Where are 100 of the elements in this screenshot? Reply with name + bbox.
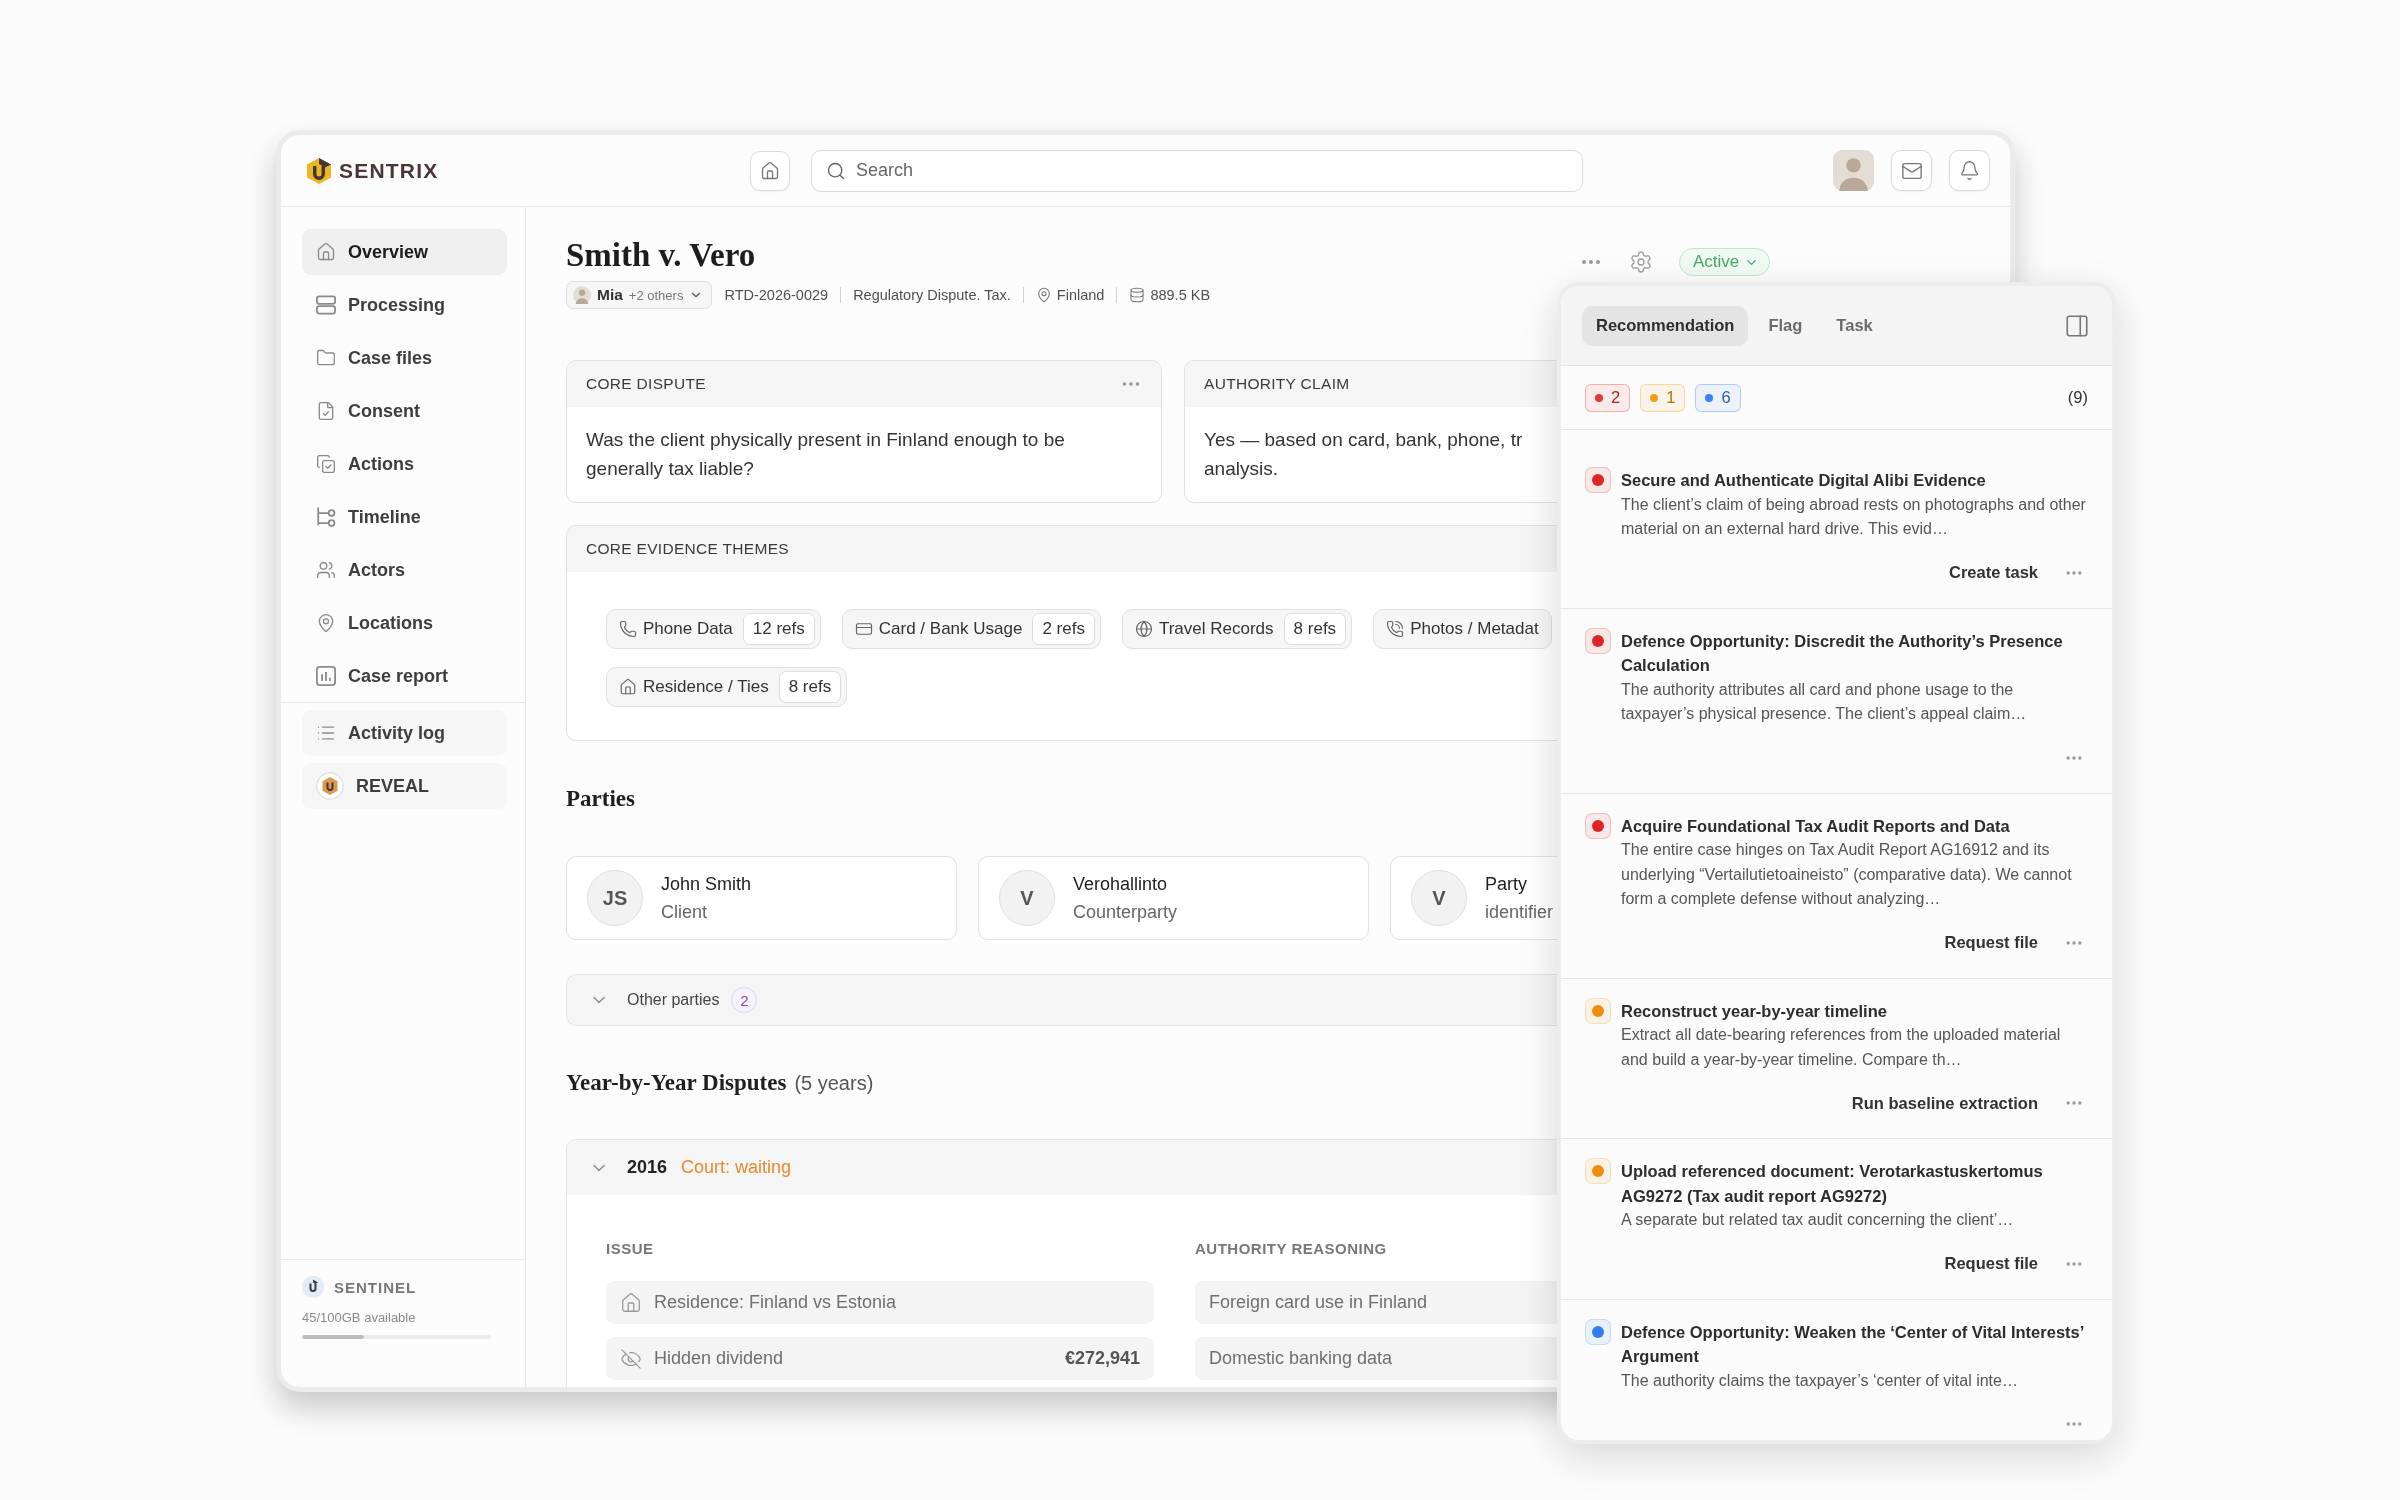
item-text: The entire case hinges on Tax Audit Report AG16912 and its underlying “Vertailutietoaineisto” (comparative data). We cannot form a complete defense without analyzing… <box>1621 840 2073 909</box>
case-title: Smith v. Vero <box>566 236 757 274</box>
action-link[interactable]: Request file <box>1944 1254 2038 1273</box>
total-count: (9) <box>2067 388 2088 407</box>
brand-name: SENTRIX <box>339 158 439 183</box>
reasoning-cell: Foreign card use in Finland <box>1195 1281 1557 1324</box>
credit-card-icon <box>854 620 873 638</box>
sidebar-item[interactable]: Timeline <box>302 494 507 540</box>
item-title: Secure and Authenticate Digital Alibi Evidence <box>1621 470 1987 491</box>
user-avatar[interactable] <box>1833 150 1874 191</box>
party-card[interactable]: V Party identifier <box>1390 856 1557 940</box>
filter-chip[interactable]: 2 <box>1585 383 1631 412</box>
issue-amount: €272,941 <box>1064 1348 1140 1369</box>
case-location: Finland <box>1056 287 1105 303</box>
item-text: The authority attributes all card and phone usage to the taxpayer’s physical presence. The client’s appeal claim… <box>1621 679 2028 724</box>
party-card[interactable]: JS John Smith Client <box>566 856 957 940</box>
mail-button[interactable] <box>1891 150 1932 191</box>
ref-count-badge: 12 refs <box>742 613 815 645</box>
chart-icon <box>316 666 336 686</box>
initials-avatar: V <box>1411 870 1467 926</box>
phone-call-icon <box>1386 620 1405 638</box>
search-field[interactable]: Search <box>811 149 1583 192</box>
circle-logo-icon <box>302 1276 324 1298</box>
theme-chip[interactable]: Card / Bank Usage 2 refs <box>841 609 1101 649</box>
card-text: Was the client physically present in Finland enough to be generally tax liable? <box>585 428 1066 481</box>
home-icon <box>760 160 780 181</box>
house-icon <box>620 1291 642 1314</box>
owner-chip[interactable]: Mia +2 others <box>566 281 713 309</box>
map-pin-icon <box>316 613 336 633</box>
search-icon <box>826 160 846 181</box>
crossed-eye-icon <box>620 1347 642 1370</box>
file-size: 889.5 KB <box>1150 287 1211 303</box>
home-button[interactable] <box>750 150 790 191</box>
users-icon <box>316 560 336 580</box>
section-heading: Year-by-Year Disputes <box>566 1069 787 1097</box>
theme-chip[interactable]: Photos / Metadat <box>1373 609 1552 649</box>
year-count: (5 years) <box>794 1072 874 1095</box>
card-heading: CORE EVIDENCE THEMES <box>586 540 789 558</box>
action-link[interactable]: Run baseline extraction <box>1851 1093 2038 1113</box>
owner-name: Mia <box>597 286 623 304</box>
copy-check-icon <box>316 454 336 474</box>
settings-icon[interactable] <box>1629 250 1653 274</box>
side-panel-icon[interactable] <box>2064 312 2090 339</box>
panel-tab[interactable]: Flag <box>1754 305 1817 346</box>
sidebar-item[interactable]: Case report <box>302 653 507 699</box>
bell-icon <box>1959 160 1980 181</box>
house-icon <box>619 678 637 696</box>
card-heading: AUTHORITY CLAIM <box>1204 375 1350 393</box>
sidebar-item[interactable]: Locations <box>302 600 507 646</box>
party-role: Counterparty <box>1073 901 1178 924</box>
hexagon-logo-icon <box>316 772 344 800</box>
party-name: John Smith <box>661 873 752 896</box>
sidebar-item[interactable]: Actions <box>302 441 507 487</box>
sidebar-item[interactable]: Consent <box>302 388 507 434</box>
file-check-icon <box>316 401 336 421</box>
court-status: Court: waiting <box>681 1157 792 1178</box>
party-name: Party <box>1485 873 1528 896</box>
sidebar-item[interactable]: Overview <box>302 229 507 275</box>
initials-avatar: JS <box>587 870 643 926</box>
panel-tab[interactable]: Task <box>1822 305 1887 346</box>
action-link[interactable]: Create task <box>1949 563 2038 582</box>
item-title: Defence Opportunity: Discredit the Authority’s Presence Calculation <box>1621 630 2064 676</box>
item-text: Extract all date-bearing references from the uploaded material and build a year-by-year timeline. Compare th… <box>1621 1025 2062 1070</box>
year-header[interactable]: 2016 Court: waiting <box>567 1140 1557 1195</box>
column-heading: AUTHORITY REASONING <box>1195 1240 1388 1258</box>
card-heading: CORE DISPUTE <box>586 375 706 393</box>
theme-chip[interactable]: Residence / Ties 8 refs <box>606 667 848 707</box>
sidebar-item[interactable]: Activity log <box>302 710 507 756</box>
party-role: Client <box>661 901 709 924</box>
filter-chip[interactable]: 1 <box>1640 383 1686 412</box>
footer-brand: SENTINEL <box>334 1278 417 1296</box>
sidebar-item[interactable]: Processing <box>302 282 507 328</box>
party-name: Verohallinto <box>1073 873 1169 896</box>
filter-chip[interactable]: 6 <box>1695 383 1741 412</box>
owner-avatar <box>573 286 591 304</box>
item-text: The authority claims the taxpayer’s ‘center of vital inte… <box>1621 1370 2019 1391</box>
theme-chip[interactable]: Phone Data 12 refs <box>606 609 821 649</box>
card-text: Yes — based on card, bank, phone, tr analysis. <box>1203 428 1524 481</box>
sidebar-item[interactable]: REVEAL <box>302 763 507 809</box>
sidebar-item[interactable]: Case files <box>302 335 507 381</box>
map-pin-icon <box>1035 287 1052 303</box>
initials-avatar: V <box>999 870 1055 926</box>
ref-count-badge: 2 refs <box>1032 613 1095 645</box>
action-link[interactable]: Request file <box>1944 933 2038 952</box>
sidebar-item[interactable]: Actors <box>302 547 507 593</box>
item-text: A separate but related tax audit concerning the client’… <box>1621 1210 2015 1230</box>
notifications-button[interactable] <box>1949 150 1990 191</box>
section-heading: Parties <box>566 785 635 813</box>
party-card[interactable]: V Verohallinto Counterparty <box>978 856 1369 940</box>
ref-count-badge: 8 refs <box>1283 613 1347 645</box>
item-title: Reconstruct year-by-year timeline <box>1621 1000 1888 1022</box>
reasoning-cell: Domestic banking data <box>1195 1337 1557 1380</box>
other-parties-toggle[interactable]: Other parties 2 <box>566 974 1557 1026</box>
column-heading: ISSUE <box>606 1240 655 1258</box>
theme-chip[interactable]: Travel Records 8 refs <box>1121 609 1353 649</box>
item-title: Acquire Foundational Tax Audit Reports and Data <box>1621 815 2011 837</box>
home-icon <box>316 242 336 262</box>
issue-text: Residence: Finland vs Estonia <box>654 1292 897 1313</box>
phone-icon <box>619 620 637 638</box>
panel-tab[interactable]: Recommendation <box>1582 305 1749 346</box>
